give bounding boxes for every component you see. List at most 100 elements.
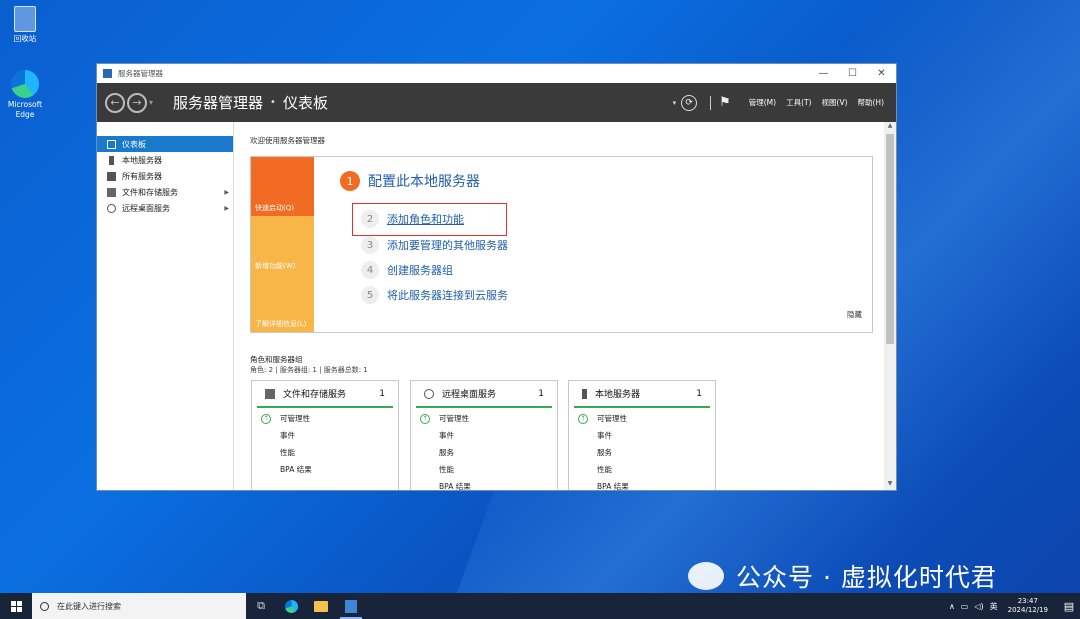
taskbar-search[interactable]: 在此键入进行搜索 bbox=[32, 593, 246, 619]
sidebar-item-local-server[interactable]: 本地服务器 bbox=[97, 152, 233, 168]
expand-arrow-icon[interactable]: ▶ bbox=[224, 205, 229, 212]
role-row-events[interactable]: 事件 bbox=[252, 427, 398, 444]
breadcrumb-root[interactable]: 服务器管理器 bbox=[173, 92, 263, 113]
role-card-header[interactable]: 本地服务器 1 bbox=[574, 381, 710, 408]
step-add-other-servers[interactable]: 3 添加要管理的其他服务器 bbox=[361, 236, 508, 254]
task-view-button[interactable]: ⧉ bbox=[246, 593, 276, 619]
sidebar-item-label: 远程桌面服务 bbox=[122, 203, 170, 213]
clock-date: 2024/12/19 bbox=[1007, 606, 1048, 614]
role-row-events[interactable]: 事件 bbox=[411, 427, 557, 444]
step-label: 配置此本地服务器 bbox=[368, 174, 480, 190]
role-row-bpa[interactable]: BPA 结果 bbox=[411, 478, 557, 490]
role-row-label: 可管理性 bbox=[439, 414, 469, 423]
scrollbar-thumb[interactable] bbox=[886, 134, 894, 344]
role-row-services[interactable]: 服务 bbox=[569, 444, 715, 461]
taskbar-server-manager[interactable] bbox=[336, 593, 366, 619]
role-row-label: BPA 结果 bbox=[439, 482, 471, 490]
dashboard-main: 欢迎使用服务器管理器 快速启动(Q) 新增功能(W) 了解详细信息(L) 1 配… bbox=[234, 122, 896, 490]
recycle-bin-desktop-icon[interactable]: 回收站 bbox=[0, 6, 50, 44]
role-row-label: 性能 bbox=[280, 448, 295, 457]
role-row-manageability[interactable]: ↑ 可管理性 bbox=[569, 410, 715, 427]
network-icon[interactable]: ▭ bbox=[961, 602, 969, 611]
notifications-flag-icon[interactable]: ⚑ bbox=[719, 95, 731, 110]
taskbar-file-explorer[interactable] bbox=[306, 593, 336, 619]
wechat-watermark: 公众号 · 虚拟化时代君 bbox=[688, 558, 997, 594]
step-connect-cloud[interactable]: 5 将此服务器连接到云服务 bbox=[361, 286, 508, 304]
scroll-down-icon[interactable]: ▼ bbox=[884, 480, 896, 490]
folder-icon bbox=[314, 600, 328, 612]
role-card-header[interactable]: 文件和存储服务 1 bbox=[257, 381, 393, 408]
menu-manage[interactable]: 管理(M) bbox=[749, 97, 776, 108]
sidebar-item-remote-desktop[interactable]: 远程桌面服务 ▶ bbox=[97, 200, 233, 216]
tray-expand-icon[interactable]: ∧ bbox=[949, 602, 955, 611]
step-label: 创建服务器组 bbox=[387, 264, 453, 277]
role-row-bpa[interactable]: BPA 结果 bbox=[252, 461, 398, 478]
sidebar-item-all-servers[interactable]: 所有服务器 bbox=[97, 168, 233, 184]
role-row-services[interactable]: 服务 bbox=[411, 444, 557, 461]
tile-label: 新增功能(W) bbox=[255, 262, 296, 270]
scroll-up-icon[interactable]: ▲ bbox=[884, 122, 896, 132]
sidebar-item-file-storage[interactable]: 文件和存储服务 ▶ bbox=[97, 184, 233, 200]
server-manager-app-icon bbox=[103, 69, 112, 78]
role-row-performance[interactable]: 性能 bbox=[252, 444, 398, 461]
role-row-manageability[interactable]: ↑ 可管理性 bbox=[411, 410, 557, 427]
role-row-label: 可管理性 bbox=[280, 414, 310, 423]
role-row-performance[interactable]: 性能 bbox=[411, 461, 557, 478]
clock[interactable]: 23:47 2024/12/19 bbox=[1008, 597, 1048, 615]
tile-whats-new[interactable]: 新增功能(W) bbox=[251, 216, 314, 274]
search-placeholder: 在此键入进行搜索 bbox=[57, 601, 121, 611]
sidebar-item-dashboard[interactable]: 仪表板 bbox=[97, 136, 233, 152]
tile-label: 快速启动(Q) bbox=[255, 204, 294, 212]
tile-quick-start[interactable]: 快速启动(Q) bbox=[251, 157, 314, 216]
window-titlebar[interactable]: 服务器管理器 — ☐ ✕ bbox=[97, 64, 896, 83]
edge-desktop-icon[interactable]: Microsoft Edge bbox=[0, 70, 50, 120]
input-language[interactable]: 英 bbox=[990, 601, 998, 612]
role-card-header[interactable]: 远程桌面服务 1 bbox=[416, 381, 552, 408]
step-configure-local-server[interactable]: 1 配置此本地服务器 bbox=[340, 171, 480, 191]
role-row-events[interactable]: 事件 bbox=[569, 427, 715, 444]
close-button[interactable]: ✕ bbox=[867, 68, 896, 79]
menu-tools[interactable]: 工具(T) bbox=[786, 97, 811, 108]
sidebar-item-label: 本地服务器 bbox=[122, 155, 162, 165]
roles-section-title: 角色和服务器组 bbox=[250, 355, 303, 364]
role-card-file-storage[interactable]: 文件和存储服务 1 ↑ 可管理性 事件 性能 BPA 结果 bbox=[251, 380, 399, 490]
status-ok-icon: ↑ bbox=[420, 413, 430, 424]
role-card-remote-desktop[interactable]: 远程桌面服务 1 ↑ 可管理性 事件 服务 性能 BPA 结果 bbox=[410, 380, 558, 490]
volume-icon[interactable]: ◁) bbox=[974, 602, 983, 611]
status-ok-icon: ↑ bbox=[261, 413, 271, 424]
refresh-icon[interactable]: ⟳ bbox=[681, 94, 698, 111]
forward-icon[interactable]: → bbox=[127, 92, 147, 113]
watermark-text: 公众号 · 虚拟化时代君 bbox=[736, 563, 997, 592]
role-row-bpa[interactable]: BPA 结果 bbox=[569, 478, 715, 490]
roles-summary: 角色: 2 | 服务器组: 1 | 服务器总数: 1 bbox=[250, 366, 368, 374]
nav-history-dropdown-icon[interactable]: ▾ bbox=[149, 98, 153, 107]
minimize-button[interactable]: — bbox=[809, 68, 838, 79]
remote-desktop-icon bbox=[424, 388, 434, 399]
recycle-bin-icon bbox=[14, 6, 36, 32]
role-row-label: 事件 bbox=[280, 431, 295, 440]
role-card-local-server[interactable]: 本地服务器 1 ↑ 可管理性 事件 服务 性能 BPA 结果 bbox=[568, 380, 716, 490]
step-create-server-group[interactable]: 4 创建服务器组 bbox=[361, 261, 453, 279]
role-row-manageability[interactable]: ↑ 可管理性 bbox=[252, 410, 398, 427]
vertical-scrollbar[interactable]: ▲ ▼ bbox=[884, 122, 896, 490]
server-manager-icon bbox=[345, 599, 357, 613]
notification-center-icon[interactable]: ▤ bbox=[1058, 600, 1080, 613]
wechat-icon bbox=[688, 562, 724, 590]
hide-link[interactable]: 隐藏 bbox=[847, 309, 862, 320]
search-icon bbox=[40, 601, 49, 611]
start-button[interactable] bbox=[0, 593, 32, 619]
back-icon[interactable]: ← bbox=[105, 92, 125, 113]
tile-learn-more[interactable]: 了解详细信息(L) bbox=[251, 274, 314, 332]
quick-start-panel: 快速启动(Q) 新增功能(W) 了解详细信息(L) 1 配置此本地服务器 2 添… bbox=[250, 156, 873, 333]
taskbar-edge[interactable] bbox=[276, 593, 306, 619]
role-row-performance[interactable]: 性能 bbox=[569, 461, 715, 478]
windows-logo-icon bbox=[10, 600, 22, 612]
expand-arrow-icon[interactable]: ▶ bbox=[224, 189, 229, 196]
header-divider bbox=[710, 95, 712, 110]
maximize-button[interactable]: ☐ bbox=[838, 68, 867, 79]
menu-help[interactable]: 帮助(H) bbox=[858, 97, 885, 108]
refresh-dropdown-icon[interactable]: ▾ bbox=[673, 99, 677, 107]
menu-view[interactable]: 视图(V) bbox=[822, 97, 848, 108]
file-storage-icon bbox=[265, 388, 275, 399]
tile-label: 了解详细信息(L) bbox=[255, 320, 307, 328]
